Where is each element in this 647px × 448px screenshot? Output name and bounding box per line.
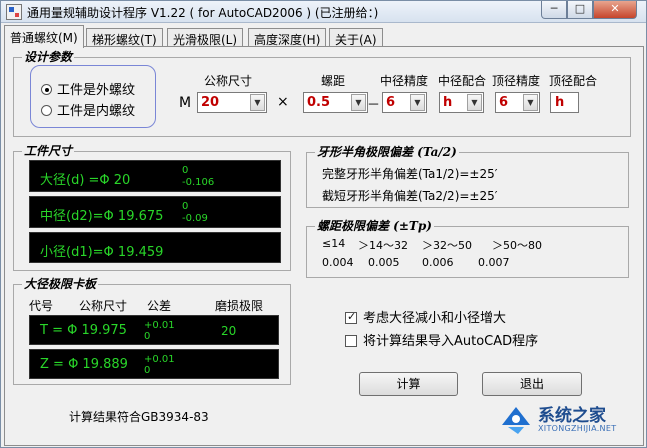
top-grade-value: 6	[499, 95, 509, 110]
top-fit-value: h	[555, 95, 565, 110]
z-gauge-value: Z = Φ 19.889	[40, 357, 128, 372]
pd-fit-header: 中径配合	[438, 74, 487, 88]
tab-about[interactable]: 关于(A)	[329, 28, 383, 47]
tab-height-depth[interactable]: 高度深度(H)	[248, 28, 327, 47]
t-tol-lower: 0	[144, 331, 151, 342]
major-tol-lower: -0.106	[182, 177, 215, 188]
radio-external-label: 工件是外螺纹	[57, 83, 136, 98]
pitch-deviation-legend: 螺距极限偏差 (±Tp)	[315, 217, 434, 234]
pd-grade-header: 中径精度	[380, 74, 429, 88]
radio-internal-label: 工件是内螺纹	[57, 104, 136, 119]
major-tol-upper: 0	[182, 165, 189, 176]
brand-url: XITONGZHIJIA.NET	[538, 424, 617, 433]
minor-diameter-value: 小径(d1)=Φ 19.459	[40, 245, 164, 260]
t-wear-value: 20	[221, 324, 237, 338]
radio-on-icon	[41, 84, 52, 95]
maximize-button[interactable]: □	[567, 1, 593, 19]
t-gauge-display: T = Φ 19.975 +0.01 0 20	[29, 315, 279, 345]
z-gauge-display: Z = Φ 19.889 +0.01 0	[29, 349, 279, 379]
chevron-down-icon[interactable]: ▼	[351, 94, 366, 111]
checkbox-unchecked-icon[interactable]	[345, 335, 357, 347]
pd-grade-select[interactable]: 6 ▼	[382, 92, 427, 113]
t-gauge-value: T = Φ 19.975	[40, 323, 127, 338]
export-option[interactable]: 将计算结果导入AutoCAD程序	[345, 330, 538, 349]
radio-off-icon	[41, 105, 52, 116]
gauge-code-header: 代号	[29, 299, 54, 313]
status-text: 计算结果符合GB3934-83	[69, 410, 209, 424]
nominal-size-value: 20	[201, 95, 220, 110]
radio-internal-thread[interactable]: 工件是内螺纹	[41, 100, 136, 119]
pd-fit-select[interactable]: h ▼	[439, 92, 484, 113]
pitch-range-4: ＞50～80	[492, 239, 542, 252]
pitch-value: 0.5	[307, 95, 331, 110]
pitch-range-3: ＞32～50	[422, 239, 472, 252]
app-window: 通用量规辅助设计程序 V1.22 ( for AutoCAD2006 ) (已注…	[0, 0, 647, 448]
app-icon	[6, 4, 22, 20]
gauge-wear-header: 磨损极限	[215, 299, 264, 313]
pitch-tol-lower: -0.09	[182, 213, 208, 224]
pitch-range-2: ＞14～32	[358, 239, 408, 252]
chevron-down-icon[interactable]: ▼	[410, 94, 425, 111]
pitch-diameter-display: 中径(d2)=Φ 19.675 0 -0.09	[29, 196, 281, 228]
pd-grade-value: 6	[386, 95, 396, 110]
tab-trapezoid-thread[interactable]: 梯形螺纹(T)	[86, 28, 163, 47]
pitch-select[interactable]: 0.5 ▼	[303, 92, 368, 113]
z-tol-lower: 0	[144, 365, 151, 376]
title-bar: 通用量规辅助设计程序 V1.22 ( for AutoCAD2006 ) (已注…	[1, 1, 646, 23]
top-fit-header: 顶径配合	[549, 74, 598, 88]
watermark: 系统之家 XITONGZHIJIA.NET	[498, 397, 638, 441]
pitch-range-1: ≤14	[322, 237, 346, 250]
flank-short-text: 截短牙形半角偏差(Ta2/2)=±25′	[322, 189, 498, 203]
consider-option[interactable]: 考虑大径减小和小径增大	[345, 307, 506, 326]
pitch-diameter-value: 中径(d2)=Φ 19.675	[40, 209, 164, 224]
nominal-size-select[interactable]: 20 ▼	[197, 92, 267, 113]
pitch-tol-upper: 0	[182, 201, 189, 212]
pd-fit-value: h	[443, 95, 453, 110]
tab-normal-thread[interactable]: 普通螺纹(M)	[4, 25, 84, 48]
flank-angle-legend: 牙形半角极限偏差 (Ta/2)	[315, 143, 459, 160]
dash-sign: －	[367, 98, 381, 113]
thread-type-box: 工件是外螺纹 工件是内螺纹	[30, 65, 156, 128]
times-sign: ×	[277, 94, 289, 110]
window-title: 通用量规辅助设计程序 V1.22 ( for AutoCAD2006 ) (已注…	[27, 6, 379, 20]
top-fit-field[interactable]: h	[550, 92, 579, 113]
chevron-down-icon[interactable]: ▼	[467, 94, 482, 111]
close-button[interactable]: ✕	[593, 1, 637, 19]
exit-button[interactable]: 退出	[482, 372, 582, 396]
chevron-down-icon[interactable]: ▼	[250, 94, 265, 111]
nominal-size-header: 公称尺寸	[204, 74, 253, 88]
checkbox-checked-icon[interactable]	[345, 310, 357, 324]
export-label: 将计算结果导入AutoCAD程序	[363, 334, 539, 349]
major-diameter-display: 大径(d) =Φ 20 0 -0.106	[29, 160, 281, 192]
calculate-button[interactable]: 计算	[359, 372, 458, 396]
chevron-down-icon[interactable]: ▼	[523, 94, 538, 111]
major-diameter-value: 大径(d) =Φ 20	[40, 173, 131, 188]
consider-label: 考虑大径减小和小径增大	[363, 311, 507, 326]
minimize-button[interactable]: ─	[541, 1, 567, 19]
top-grade-select[interactable]: 6 ▼	[495, 92, 540, 113]
gauge-legend: 大径极限卡板	[22, 275, 99, 292]
workpiece-size-legend: 工件尺寸	[22, 142, 75, 159]
top-grade-header: 顶径精度	[492, 74, 541, 88]
gauge-tol-header: 公差	[147, 299, 172, 313]
pitch-value-4: 0.007	[478, 256, 510, 269]
gauge-nominal-header: 公称尺寸	[79, 299, 128, 313]
pitch-value-3: 0.006	[422, 256, 454, 269]
flank-full-text: 完整牙形半角偏差(Ta1/2)=±25′	[322, 167, 498, 181]
minor-diameter-display: 小径(d1)=Φ 19.459	[29, 232, 281, 263]
tab-smooth-limit[interactable]: 光滑极限(L)	[167, 28, 244, 47]
pitch-value-1: 0.004	[322, 256, 354, 269]
pitch-value-2: 0.005	[368, 256, 400, 269]
brand-name: 系统之家	[538, 406, 606, 426]
metric-prefix: M	[179, 95, 192, 111]
pitch-header: 螺距	[321, 74, 346, 88]
brand-logo-icon	[502, 407, 530, 434]
design-params-legend: 设计参数	[22, 48, 75, 65]
radio-external-thread[interactable]: 工件是外螺纹	[41, 79, 136, 98]
